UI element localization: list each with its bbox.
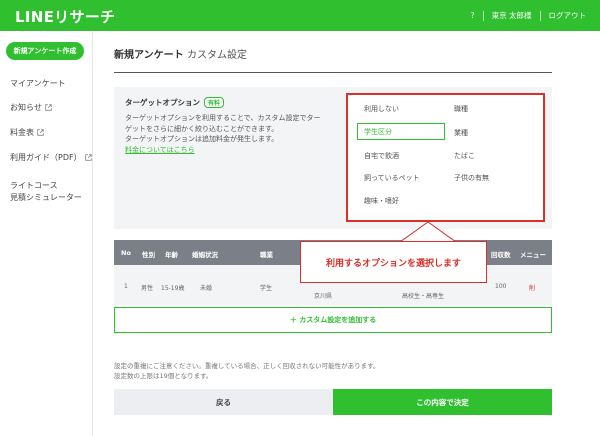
back-button[interactable]: 戻る xyxy=(114,389,333,415)
sidebar-item-light-course[interactable]: ライトコース xyxy=(10,180,58,191)
new-survey-button[interactable]: 新規アンケート作成 xyxy=(6,42,84,60)
callout-pointer xyxy=(400,222,456,242)
option-tobacco[interactable]: たばこ xyxy=(454,151,475,161)
target-option-description: ターゲットオプションを利用することで、カスタム設定でター ゲットをさらに細かく絞… xyxy=(125,113,350,155)
target-option-title: ターゲットオプション xyxy=(125,98,200,107)
cell-gender: 男性 xyxy=(141,285,154,292)
col-age: 年齢 xyxy=(165,251,178,259)
option-pets[interactable]: 飼っているペット xyxy=(364,173,420,183)
col-marital: 婚姻状況 xyxy=(192,251,218,259)
desc-line: ターゲットオプションを利用することで、カスタム設定でター xyxy=(125,114,321,122)
target-option-heading: ターゲットオプション 有料 xyxy=(125,97,225,108)
title-divider xyxy=(114,72,552,73)
header-divider xyxy=(539,10,541,21)
help-button[interactable]: ? xyxy=(471,11,475,20)
sidebar-item-label: 利用ガイド（PDF） xyxy=(10,153,82,162)
top-header: LINEリサーチ ? 東京 太郎様 ログアウト xyxy=(0,0,600,31)
page-subtitle: カスタム設定 xyxy=(187,50,247,61)
desc-line: ターゲットオプションは追加料金が発生します。 xyxy=(125,135,279,143)
col-menu: メニュー xyxy=(520,251,546,259)
sidebar-item-label: 見積シミュレーター xyxy=(10,193,82,202)
desc-line: ゲットをさらに細かく絞り込むことができます。 xyxy=(125,124,279,133)
instruction-callout: 利用するオプションを選択します xyxy=(300,241,487,283)
paid-badge: 有料 xyxy=(204,97,225,108)
cell-no: 1 xyxy=(124,283,128,290)
logout-link[interactable]: ログアウト xyxy=(549,10,587,21)
col-count: 回収数 xyxy=(491,251,511,259)
sidebar-item-label: 料金表 xyxy=(10,128,34,137)
settings-note: 設定の重複にご注意ください。重複している場合、正しく回収されない可能性があります… xyxy=(114,361,380,381)
option-occupation-type[interactable]: 職種 xyxy=(454,104,468,114)
page-title: 新規アンケート xyxy=(114,50,184,61)
sidebar-item-simulator[interactable]: 見積シミュレーター xyxy=(10,192,82,203)
cell-region: 京川県 xyxy=(314,293,333,300)
sidebar-item-news[interactable]: お知らせ xyxy=(10,102,52,113)
pricing-link[interactable]: 料金についてはこちら xyxy=(125,146,195,154)
header-divider xyxy=(482,10,484,21)
app-logo[interactable]: LINEリサーチ xyxy=(15,6,115,27)
col-no: No xyxy=(121,249,131,257)
external-link-icon xyxy=(37,129,44,136)
cell-student: 高校生・高専生 xyxy=(402,293,445,300)
sidebar-item-pricing[interactable]: 料金表 xyxy=(10,127,44,138)
note-line: 設定の重複にご注意ください。重複している場合、正しく回収されない可能性があります… xyxy=(114,362,380,370)
sidebar-item-guide[interactable]: 利用ガイド（PDF） xyxy=(10,152,92,163)
option-hobbies[interactable]: 趣味・嗜好 xyxy=(364,196,399,206)
option-industry[interactable]: 業種 xyxy=(454,128,468,138)
option-none[interactable]: 利用しない xyxy=(364,104,399,114)
sidebar-item-my-survey[interactable]: マイアンケート xyxy=(10,78,66,89)
user-name: 東京 太郎様 xyxy=(491,11,532,20)
cell-marital: 未婚 xyxy=(200,285,213,292)
option-drinking-at-home[interactable]: 自宅で飲酒 xyxy=(364,151,399,161)
col-gender: 性別 xyxy=(142,251,155,259)
option-student-category[interactable]: 学生区分 xyxy=(357,123,445,140)
sidebar-item-label: お知らせ xyxy=(10,103,42,112)
sidebar-item-label: マイアンケート xyxy=(10,79,66,88)
option-children[interactable]: 子供の有無 xyxy=(454,173,489,183)
confirm-button[interactable]: この内容で決定 xyxy=(333,389,552,415)
header-right: ? 東京 太郎様 ログアウト xyxy=(471,10,586,21)
external-link-icon xyxy=(45,104,52,111)
cell-job: 学生 xyxy=(260,285,273,292)
cell-count: 100 xyxy=(495,283,507,290)
cell-age: 15-19歳 xyxy=(161,285,185,292)
note-line: 設定数の上限は19個となります。 xyxy=(114,372,213,380)
sidebar: 新規アンケート作成 xyxy=(0,31,93,436)
add-custom-setting-button[interactable]: ＋ カスタム設定を追加する xyxy=(114,307,552,333)
col-job: 職業 xyxy=(260,251,273,259)
delete-button[interactable]: 削 xyxy=(529,283,535,292)
external-link-icon xyxy=(84,154,92,161)
sidebar-item-label: ライトコース xyxy=(10,181,58,190)
